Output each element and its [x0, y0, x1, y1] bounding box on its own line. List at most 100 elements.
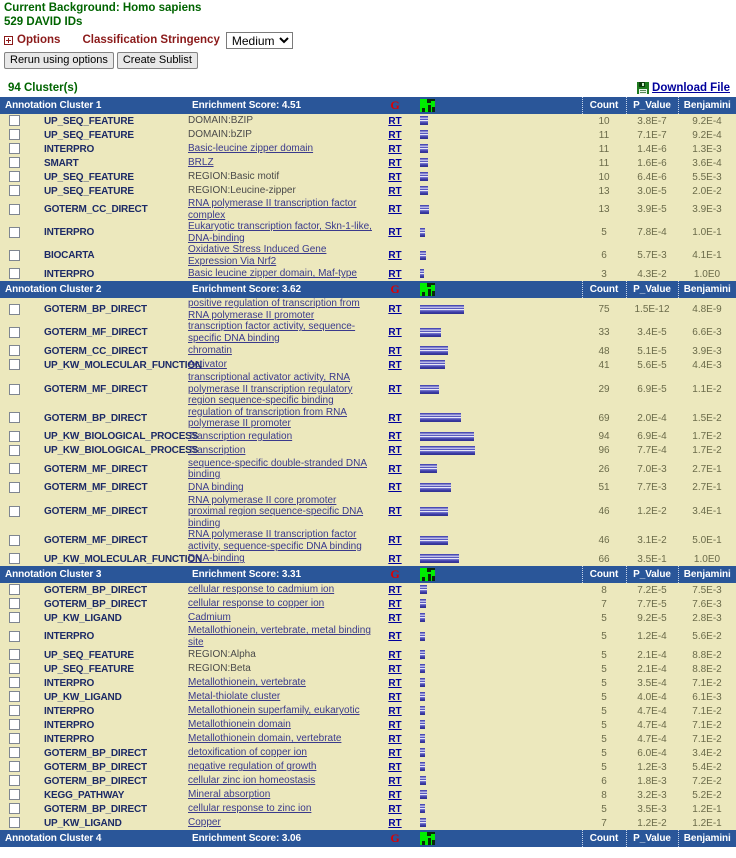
row-checkbox[interactable]: [8, 584, 20, 596]
row-checkbox[interactable]: [8, 598, 20, 610]
row-checkbox[interactable]: [8, 817, 20, 829]
rt-link-cell[interactable]: RT: [378, 372, 412, 407]
row-checkbox-cell[interactable]: [0, 529, 28, 552]
gene-count-bar[interactable]: [420, 144, 428, 154]
annotation-term-link[interactable]: DNA-binding: [188, 553, 245, 564]
download-file-group[interactable]: Download File: [637, 82, 730, 94]
rt-link-cell[interactable]: RT: [378, 625, 412, 648]
row-checkbox-cell[interactable]: [0, 760, 28, 774]
annotation-term-link[interactable]: cellular response to zinc ion: [188, 803, 311, 814]
gene-count-bar-cell[interactable]: [412, 690, 582, 704]
row-checkbox-cell[interactable]: [0, 184, 28, 198]
gene-count-bar[interactable]: [420, 445, 475, 455]
row-checkbox[interactable]: [8, 803, 20, 815]
gene-count-bar[interactable]: [420, 804, 425, 814]
row-checkbox-cell[interactable]: [0, 170, 28, 184]
row-checkbox[interactable]: [8, 268, 20, 280]
row-checkbox[interactable]: [8, 444, 20, 456]
row-checkbox-cell[interactable]: [0, 676, 28, 690]
gene-count-bar[interactable]: [420, 790, 427, 800]
row-checkbox[interactable]: [8, 761, 20, 773]
rt-link-cell[interactable]: RT: [378, 184, 412, 198]
gene-count-bar-cell[interactable]: [412, 662, 582, 676]
cluster-chart-button[interactable]: [412, 97, 582, 114]
gene-count-bar[interactable]: [420, 431, 474, 441]
rt-link-cell[interactable]: RT: [378, 648, 412, 662]
rt-link[interactable]: RT: [388, 186, 401, 197]
bar-chart-icon[interactable]: [420, 99, 435, 112]
gene-count-bar-cell[interactable]: [412, 114, 582, 128]
annotation-term-link[interactable]: chromatin: [188, 345, 232, 356]
gene-count-bar-cell[interactable]: [412, 321, 582, 344]
row-checkbox[interactable]: [8, 775, 20, 787]
gene-count-bar[interactable]: [420, 535, 448, 545]
rt-link[interactable]: RT: [388, 762, 401, 773]
cluster-chart-button[interactable]: [412, 281, 582, 298]
gene-count-bar-cell[interactable]: [412, 704, 582, 718]
annotation-term-link[interactable]: negative regulation of growth: [188, 761, 316, 772]
rt-link-cell[interactable]: RT: [378, 429, 412, 444]
rt-link[interactable]: RT: [388, 664, 401, 675]
annotation-term-link[interactable]: Oxidative Stress Induced Gene Expression…: [188, 244, 326, 267]
rt-link[interactable]: RT: [388, 250, 401, 261]
rt-link[interactable]: RT: [388, 631, 401, 642]
row-checkbox[interactable]: [8, 534, 20, 546]
annotation-term-link[interactable]: Metallothionein domain: [188, 719, 291, 730]
rt-link[interactable]: RT: [388, 346, 401, 357]
row-checkbox[interactable]: [8, 463, 20, 475]
annotation-term-link[interactable]: Copper: [188, 817, 221, 828]
rt-link-cell[interactable]: RT: [378, 676, 412, 690]
row-checkbox-cell[interactable]: [0, 142, 28, 156]
gene-count-bar[interactable]: [420, 734, 425, 744]
create-sublist-button[interactable]: Create Sublist: [116, 52, 198, 69]
annotation-term-link[interactable]: cellular response to copper ion: [188, 598, 324, 609]
gene-count-bar[interactable]: [420, 748, 425, 758]
row-checkbox-cell[interactable]: [0, 746, 28, 760]
gene-count-bar[interactable]: [420, 130, 428, 140]
gene-count-bar-cell[interactable]: [412, 676, 582, 690]
annotation-term-link[interactable]: Metallothionein domain, vertebrate: [188, 733, 341, 744]
row-checkbox-cell[interactable]: [0, 611, 28, 625]
row-checkbox[interactable]: [8, 506, 20, 518]
rt-link-cell[interactable]: RT: [378, 480, 412, 495]
gene-count-bar[interactable]: [420, 204, 429, 214]
row-checkbox-cell[interactable]: [0, 406, 28, 430]
gene-count-bar-cell[interactable]: [412, 198, 582, 221]
rt-link-cell[interactable]: RT: [378, 128, 412, 142]
gene-count-bar[interactable]: [420, 327, 441, 337]
annotation-term-link[interactable]: Basic leucine zipper domain, Maf-type: [188, 268, 357, 279]
rt-link[interactable]: RT: [388, 599, 401, 610]
gene-count-bar[interactable]: [420, 762, 425, 772]
gene-count-bar[interactable]: [420, 158, 428, 168]
gene-count-bar-cell[interactable]: [412, 718, 582, 732]
rt-link[interactable]: RT: [388, 790, 401, 801]
rt-link-cell[interactable]: RT: [378, 198, 412, 221]
annotation-term-link[interactable]: sequence-specific double-stranded DNA bi…: [188, 458, 367, 481]
gene-count-bar-cell[interactable]: [412, 221, 582, 244]
rt-link-cell[interactable]: RT: [378, 690, 412, 704]
annotation-term-link[interactable]: Transcription regulation: [188, 431, 292, 442]
row-checkbox-cell[interactable]: [0, 583, 28, 597]
row-checkbox-cell[interactable]: [0, 662, 28, 676]
row-checkbox[interactable]: [8, 663, 20, 675]
rt-link-cell[interactable]: RT: [378, 457, 412, 481]
row-checkbox[interactable]: [8, 789, 20, 801]
row-checkbox-cell[interactable]: [0, 802, 28, 816]
rt-link[interactable]: RT: [388, 116, 401, 127]
row-checkbox-cell[interactable]: [0, 494, 28, 529]
rt-link-cell[interactable]: RT: [378, 611, 412, 625]
cluster-chart-button[interactable]: [412, 830, 582, 847]
row-checkbox[interactable]: [8, 630, 20, 642]
annotation-term-link[interactable]: regulation of transcription from RNA pol…: [188, 407, 347, 430]
row-checkbox-cell[interactable]: [0, 690, 28, 704]
gene-count-bar-cell[interactable]: [412, 298, 582, 321]
rt-link-cell[interactable]: RT: [378, 732, 412, 746]
expand-plus-icon[interactable]: [4, 35, 13, 45]
gene-count-bar[interactable]: [420, 664, 425, 674]
rt-link[interactable]: RT: [388, 172, 401, 183]
row-checkbox[interactable]: [8, 115, 20, 127]
row-checkbox[interactable]: [8, 345, 20, 357]
annotation-term-link[interactable]: positive regulation of transcription fro…: [188, 298, 360, 321]
gene-count-bar[interactable]: [420, 172, 428, 182]
row-checkbox-cell[interactable]: [0, 788, 28, 802]
